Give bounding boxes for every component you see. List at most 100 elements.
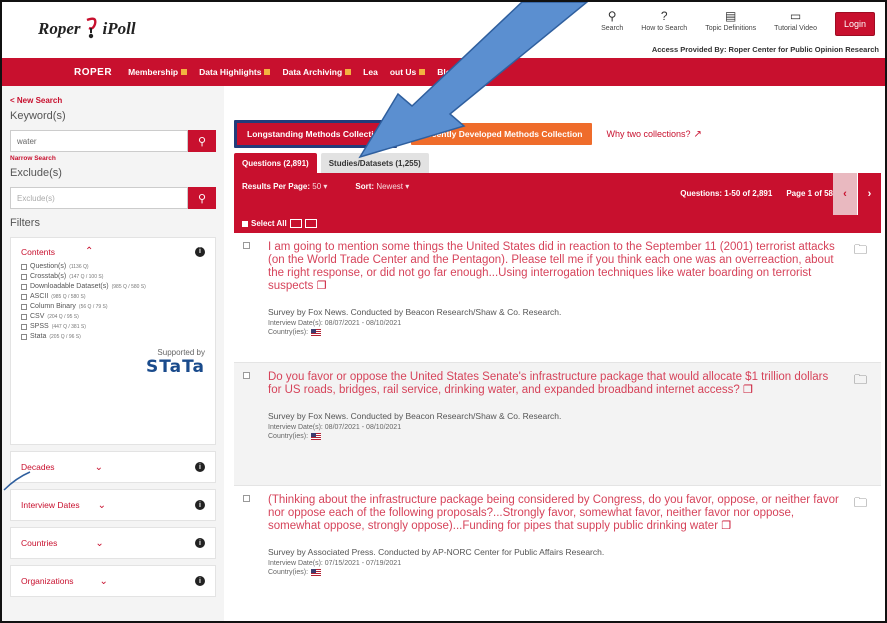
filter-panel-interview-dates[interactable]: Interview Dates ⌄ i bbox=[10, 489, 216, 521]
narrow-search-link[interactable]: Narrow Search bbox=[10, 155, 216, 162]
tab-studies-datasets[interactable]: Studies/Datasets (1,255) bbox=[320, 153, 429, 174]
checkbox[interactable] bbox=[21, 293, 27, 300]
video-icon: ▭ bbox=[789, 9, 802, 23]
result-checkbox[interactable] bbox=[243, 242, 250, 249]
tool-topic-definitions[interactable]: ▤ Topic Definitions bbox=[705, 10, 756, 32]
contents-option[interactable]: ASCII (985 Q / 580 S) bbox=[21, 293, 205, 300]
exclude-input[interactable]: Exclude(s) bbox=[10, 187, 188, 209]
tab-questions[interactable]: Questions (2,891) bbox=[234, 153, 317, 174]
chevron-up-icon[interactable]: ⌃ bbox=[85, 246, 93, 257]
filter-panel-organizations[interactable]: Organizations ⌄ i bbox=[10, 565, 216, 597]
result-checkbox[interactable] bbox=[243, 372, 250, 379]
result-checkbox[interactable] bbox=[243, 495, 250, 502]
option-count: (1136 Q) bbox=[69, 263, 89, 270]
copy-icon[interactable]: ❐ bbox=[721, 520, 731, 532]
contents-filter-header[interactable]: Contents ⌃ i bbox=[21, 246, 205, 257]
filter-panel-countries[interactable]: Countries ⌄ i bbox=[10, 527, 216, 559]
info-icon[interactable]: i bbox=[195, 576, 205, 586]
search-icon: ⚲ bbox=[197, 192, 207, 205]
nav-item-data-highlights[interactable]: Data Highlights bbox=[199, 67, 271, 77]
tool-search[interactable]: ⚲ Search bbox=[601, 10, 623, 32]
checkbox[interactable] bbox=[21, 313, 27, 320]
nav-item-about-us[interactable]: out Us bbox=[390, 67, 426, 77]
why-two-collections-link[interactable]: Why two collections? ↗ bbox=[606, 129, 701, 140]
sort-select[interactable]: Newest ▾ bbox=[376, 182, 409, 191]
copy-icon[interactable]: ❐ bbox=[743, 384, 753, 396]
tool-tutorial-video[interactable]: ▭ Tutorial Video bbox=[774, 10, 817, 32]
filter-sidebar: < New Search Keyword(s) water ⚲ Narrow S… bbox=[2, 86, 224, 621]
result-question-link[interactable]: Do you favor or oppose the United States… bbox=[268, 371, 841, 397]
checkbox[interactable] bbox=[21, 263, 27, 270]
checkbox[interactable] bbox=[21, 303, 27, 310]
contents-option[interactable]: SPSS (447 Q / 381 S) bbox=[21, 323, 205, 330]
screenshot-frame: Roper iPoll ⚲ Search ? How to Search ▤ T… bbox=[0, 0, 887, 623]
keyword-search-button[interactable]: ⚲ bbox=[188, 130, 216, 152]
copy-icon[interactable]: ❐ bbox=[317, 280, 327, 292]
add-to-folder-icon[interactable] bbox=[289, 219, 302, 228]
top-toolbar: ⚲ Search ? How to Search ▤ Topic Definit… bbox=[601, 10, 875, 36]
select-all-checkbox[interactable] bbox=[242, 220, 248, 227]
option-label: Question(s) bbox=[30, 263, 67, 270]
longstanding-collection-button[interactable]: Longstanding Methods Collection bbox=[234, 120, 397, 148]
login-button[interactable]: Login bbox=[834, 12, 875, 36]
info-icon[interactable]: i bbox=[195, 538, 205, 548]
add-to-folder-icon[interactable]: 🗀 bbox=[854, 241, 867, 263]
contents-option[interactable]: Crosstab(s) (147 Q / 100 S) bbox=[21, 273, 205, 280]
info-icon[interactable]: i bbox=[195, 462, 205, 472]
stata-logo[interactable]: STaTa bbox=[21, 357, 205, 377]
keyword-search-row: water ⚲ bbox=[10, 130, 216, 152]
checkbox[interactable] bbox=[21, 273, 27, 280]
keyword-input[interactable]: water bbox=[10, 130, 188, 152]
sort-control[interactable]: Sort: Newest ▾ bbox=[355, 182, 409, 191]
contents-option[interactable]: Downloadable Dataset(s) (985 Q / 580 S) bbox=[21, 283, 205, 290]
results-per-page-control[interactable]: Results Per Page: 50 ▾ bbox=[242, 182, 327, 191]
contents-option[interactable]: Question(s) (1136 Q) bbox=[21, 263, 205, 270]
chevron-down-icon[interactable]: ⌄ bbox=[99, 576, 107, 587]
why-link-label: Why two collections? bbox=[606, 129, 691, 139]
add-to-folder-icon[interactable]: 🗀 bbox=[854, 371, 867, 393]
filter-title: Organizations bbox=[21, 576, 74, 586]
option-label: SPSS bbox=[30, 323, 49, 330]
info-icon[interactable]: i bbox=[195, 246, 205, 257]
contents-option[interactable]: Column Binary (56 Q / 79 S) bbox=[21, 303, 205, 310]
option-count: (447 Q / 381 S) bbox=[51, 323, 86, 330]
chevron-down-icon[interactable]: ⌄ bbox=[95, 538, 103, 549]
nav-item-learn[interactable]: Lea bbox=[363, 67, 378, 77]
nav-item-label: Data Highlights bbox=[199, 67, 262, 77]
next-page-button[interactable]: › bbox=[857, 173, 881, 215]
folder-icon[interactable] bbox=[304, 219, 317, 228]
result-item: (Thinking about the infrastructure packa… bbox=[234, 486, 881, 621]
nav-item-membership[interactable]: Membership bbox=[128, 67, 188, 77]
search-icon: ⚲ bbox=[607, 9, 617, 23]
checkbox[interactable] bbox=[21, 323, 27, 330]
roper-ipoll-logo[interactable]: Roper iPoll bbox=[38, 16, 136, 42]
checkbox[interactable] bbox=[21, 283, 27, 290]
questions-range: Questions: 1-50 of 2,891 bbox=[680, 189, 773, 198]
exclude-search-button[interactable]: ⚲ bbox=[188, 187, 216, 209]
nav-item-blog[interactable]: Blog bbox=[437, 67, 456, 77]
results-per-page-select[interactable]: 50 ▾ bbox=[312, 182, 327, 191]
chevron-down-icon[interactable]: ⌄ bbox=[98, 500, 106, 511]
nav-item-data-archiving[interactable]: Data Archiving bbox=[282, 67, 352, 77]
contents-option[interactable]: Stata (205 Q / 96 S) bbox=[21, 333, 205, 340]
info-icon[interactable]: i bbox=[195, 500, 205, 510]
nav-brand-roper[interactable]: ROPER bbox=[74, 67, 112, 78]
add-to-folder-icon[interactable]: 🗀 bbox=[854, 494, 867, 516]
contents-option[interactable]: CSV (204 Q / 95 S) bbox=[21, 313, 205, 320]
new-search-link[interactable]: < New Search bbox=[10, 96, 216, 105]
tool-how-to-search[interactable]: ? How to Search bbox=[641, 10, 687, 32]
prev-page-button[interactable]: ‹ bbox=[833, 173, 857, 215]
contents-options: Question(s) (1136 Q) Crosstab(s) (147 Q / … bbox=[21, 263, 205, 340]
result-question-link[interactable]: (Thinking about the infrastructure packa… bbox=[268, 494, 841, 533]
recent-collection-button[interactable]: Recently Developed Methods Collection bbox=[410, 123, 593, 145]
select-all-control[interactable]: Select All bbox=[242, 219, 317, 228]
result-question-link[interactable]: I am going to mention some things the Un… bbox=[268, 241, 841, 293]
checkbox[interactable] bbox=[21, 333, 27, 340]
filter-title: Interview Dates bbox=[21, 500, 80, 510]
access-provided-text: Access Provided By: Roper Center for Pub… bbox=[651, 45, 879, 54]
pagination: ‹ › bbox=[833, 173, 881, 215]
filter-panel-decades[interactable]: Decades ⌄ i bbox=[10, 451, 216, 483]
collection-switcher: Longstanding Methods Collection Recently… bbox=[234, 120, 702, 148]
chevron-down-icon[interactable]: ⌄ bbox=[95, 462, 103, 473]
us-flag-icon bbox=[311, 569, 322, 576]
